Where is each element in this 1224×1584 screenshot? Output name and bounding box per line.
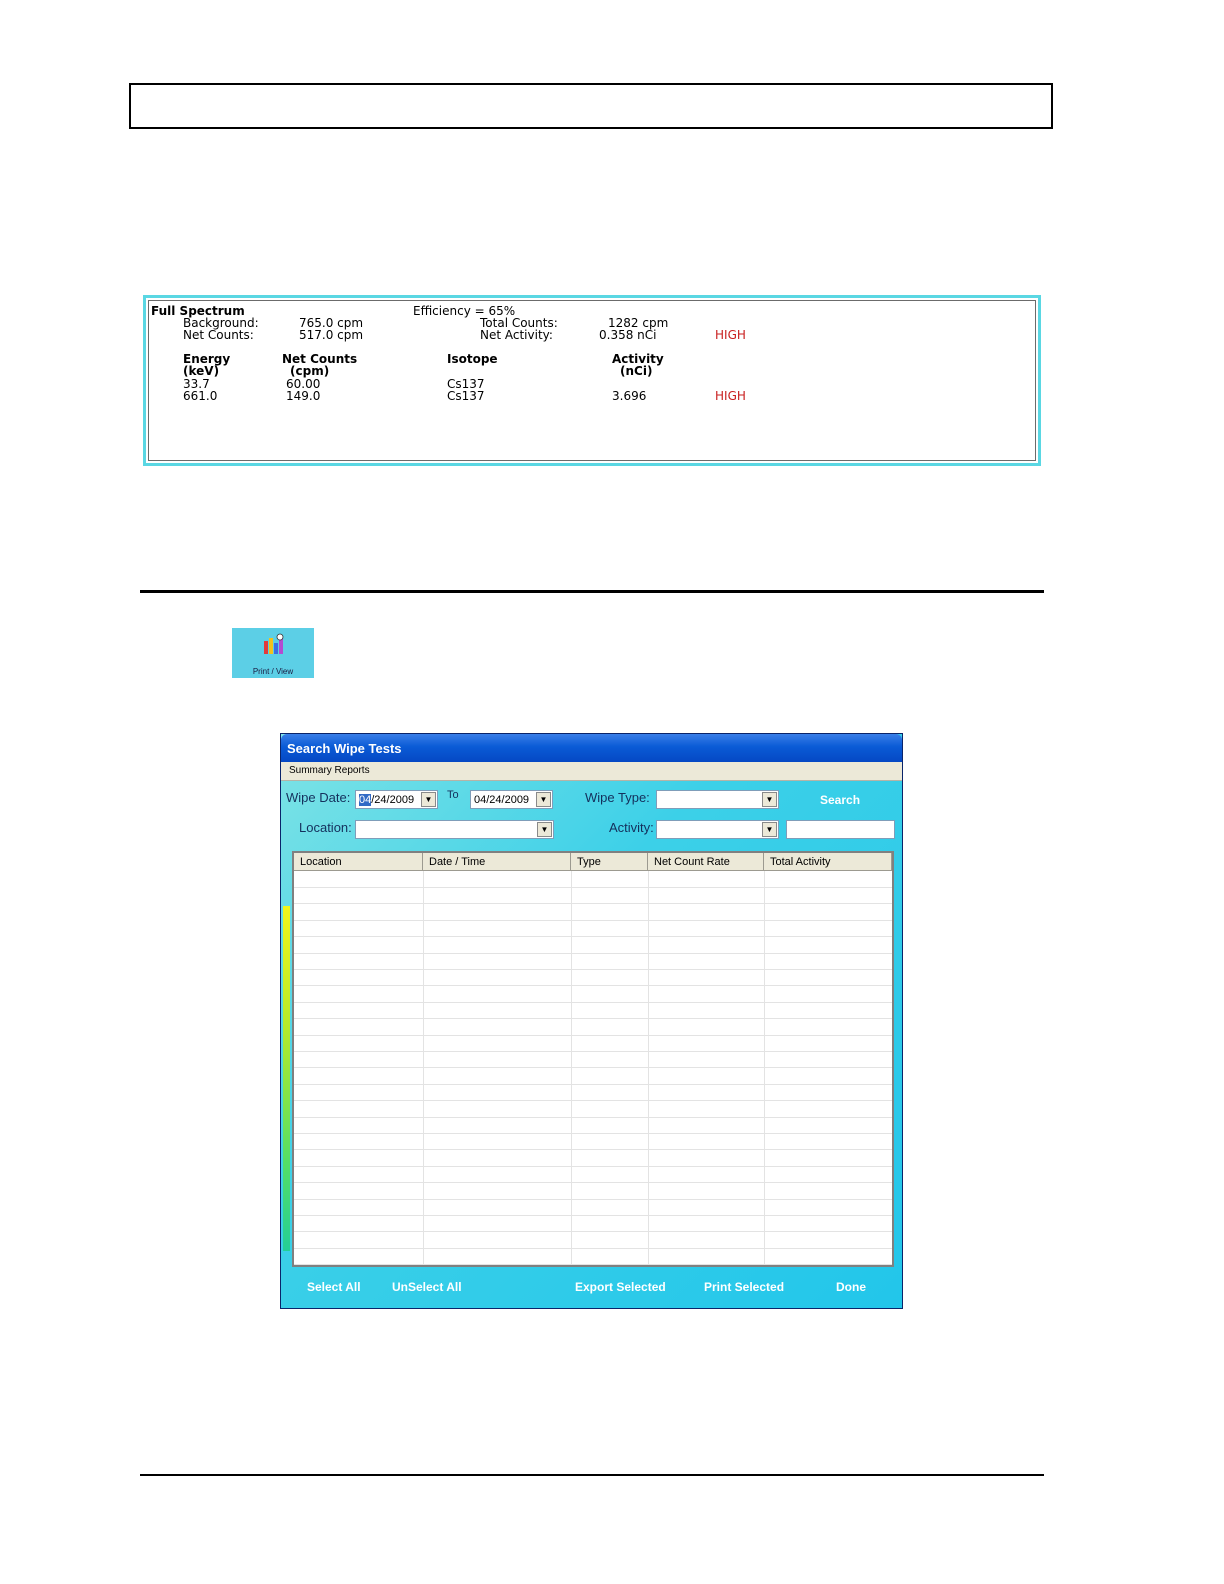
row2-flag: HIGH <box>715 389 746 403</box>
table-header: Location Date / Time Type Net Count Rate… <box>294 853 892 871</box>
table-row-separator <box>294 1182 892 1183</box>
to-date-picker[interactable]: 04/24/2009 ▼ <box>470 790 553 809</box>
table-row-separator <box>294 936 892 937</box>
column-header-location[interactable]: Location <box>294 853 423 871</box>
menu-summary-reports[interactable]: Summary Reports <box>289 765 370 776</box>
chevron-down-icon[interactable]: ▼ <box>537 822 552 837</box>
page-header-box <box>129 83 1053 129</box>
table-row-separator <box>294 1067 892 1068</box>
location-select[interactable]: ▼ <box>355 820 554 839</box>
location-label: Location: <box>299 820 352 835</box>
activity-label: Activity: <box>609 820 654 835</box>
wipe-date-label: Wipe Date: <box>286 790 351 805</box>
table-row-separator <box>294 1248 892 1249</box>
table-row-separator <box>294 1051 892 1052</box>
title-bar[interactable]: Search Wipe Tests <box>281 734 902 762</box>
footer-divider <box>140 1474 1044 1476</box>
isotope-header: Isotope <box>447 352 498 366</box>
net-activity-label: Net Activity: <box>480 328 553 342</box>
table-row-separator <box>294 1018 892 1019</box>
table-row-separator <box>294 1117 892 1118</box>
spectrum-report-inner: Full Spectrum Efficiency = 65% Backgroun… <box>148 300 1036 461</box>
menu-bar: Summary Reports <box>281 762 902 781</box>
table-row-separator <box>294 985 892 986</box>
wipe-type-select[interactable]: ▼ <box>656 790 779 809</box>
row2-isotope: Cs137 <box>447 389 485 403</box>
progress-gradient-strip <box>283 906 290 1251</box>
table-row-separator <box>294 1215 892 1216</box>
table-row-separator <box>294 1084 892 1085</box>
column-header-total-activity[interactable]: Total Activity <box>764 853 892 871</box>
row2-activity: 3.696 <box>612 389 647 403</box>
table-row-separator <box>294 1149 892 1150</box>
table-row-separator <box>294 1133 892 1134</box>
print-view-label: Print / View <box>252 667 294 676</box>
table-row-separator <box>294 1002 892 1003</box>
print-selected-button[interactable]: Print Selected <box>704 1280 784 1294</box>
activity-text-input[interactable] <box>786 820 895 839</box>
table-row-separator <box>294 1035 892 1036</box>
net-counts-label: Net Counts: <box>183 328 254 342</box>
select-all-button[interactable]: Select All <box>307 1280 361 1294</box>
chevron-down-icon[interactable]: ▼ <box>536 792 551 807</box>
export-selected-button[interactable]: Export Selected <box>575 1280 666 1294</box>
from-date-picker[interactable]: 04/24/2009 ▼ <box>355 790 438 809</box>
window-title: Search Wipe Tests <box>287 741 402 756</box>
table-row-separator <box>294 969 892 970</box>
table-row-separator <box>294 903 892 904</box>
table-row-separator <box>294 1199 892 1200</box>
table-row-separator <box>294 1100 892 1101</box>
table-row-separator <box>294 953 892 954</box>
unselect-all-button[interactable]: UnSelect All <box>392 1280 462 1294</box>
column-header-net-count-rate[interactable]: Net Count Rate <box>648 853 764 871</box>
to-label: To <box>447 789 459 801</box>
column-header-type[interactable]: Type <box>571 853 648 871</box>
column-divider <box>764 871 765 1265</box>
search-button[interactable]: Search <box>820 793 860 807</box>
chevron-down-icon[interactable]: ▼ <box>762 792 777 807</box>
activity-unit: (nCi) <box>620 364 653 378</box>
search-wipe-tests-window: Search Wipe Tests Summary Reports Wipe D… <box>280 733 903 1309</box>
chevron-down-icon[interactable]: ▼ <box>421 792 436 807</box>
net-counts-value: 517.0 cpm <box>299 328 364 342</box>
column-divider <box>423 871 424 1265</box>
from-date-value: 04/24/2009 <box>359 794 415 806</box>
chart-printer-icon <box>264 633 284 654</box>
table-row-separator <box>294 887 892 888</box>
done-button[interactable]: Done <box>836 1280 866 1294</box>
section-divider <box>140 590 1044 593</box>
net-activity-flag: HIGH <box>715 328 746 342</box>
spectrum-report-panel: Full Spectrum Efficiency = 65% Backgroun… <box>143 295 1041 466</box>
wipe-type-label: Wipe Type: <box>585 790 650 805</box>
table-row-separator <box>294 1231 892 1232</box>
print-view-button[interactable]: Print / View <box>232 628 314 678</box>
table-row-separator <box>294 1264 892 1265</box>
net-activity-value: 0.358 nCi <box>599 328 657 342</box>
chevron-down-icon[interactable]: ▼ <box>762 822 777 837</box>
column-divider <box>571 871 572 1265</box>
column-divider <box>648 871 649 1265</box>
to-date-value: 04/24/2009 <box>474 794 530 806</box>
table-row-separator <box>294 1166 892 1167</box>
table-row-separator <box>294 920 892 921</box>
row2-net-counts: 149.0 <box>286 389 321 403</box>
wipe-tests-table[interactable]: Location Date / Time Type Net Count Rate… <box>292 851 894 1267</box>
row2-energy: 661.0 <box>183 389 218 403</box>
column-header-date-time[interactable]: Date / Time <box>423 853 571 871</box>
activity-select[interactable]: ▼ <box>656 820 779 839</box>
